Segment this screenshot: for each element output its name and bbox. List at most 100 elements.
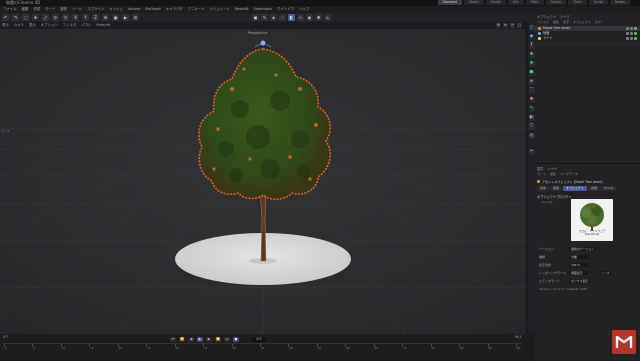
menu-item[interactable]: ファイル bbox=[3, 6, 17, 13]
boole-icon[interactable]: ◧ bbox=[288, 14, 295, 21]
camera-label[interactable]: Perspective bbox=[248, 31, 268, 35]
viewport-menu-item[interactable]: 表示 bbox=[29, 22, 36, 29]
material-icon[interactable]: ◐ bbox=[528, 115, 535, 121]
z-axis-icon[interactable]: Z bbox=[92, 14, 99, 21]
object-row[interactable]: ライト bbox=[535, 36, 640, 41]
record-key-icon[interactable]: ● bbox=[233, 337, 239, 342]
coord-icon[interactable]: ⊞ bbox=[102, 14, 109, 21]
enabled-check-icon[interactable] bbox=[634, 27, 637, 30]
layout-tab[interactable]: Paint bbox=[525, 0, 544, 5]
layout-tab[interactable]: Model bbox=[464, 0, 484, 5]
current-frame-field[interactable]: 0 F bbox=[252, 337, 266, 342]
orbit-icon[interactable]: ⟳ bbox=[510, 23, 515, 28]
scale-icon[interactable]: ⤢ bbox=[42, 14, 49, 21]
render-icon[interactable]: ▶ bbox=[122, 14, 129, 21]
light-icon[interactable]: ✺ bbox=[315, 14, 322, 21]
viewport-menu-item[interactable]: 表示 bbox=[2, 22, 9, 29]
tag-icon[interactable]: ◈ bbox=[528, 79, 535, 85]
knife-icon[interactable]: ✂ bbox=[528, 149, 535, 155]
mograph-icon[interactable]: ✚ bbox=[528, 52, 535, 58]
attribute-menu-item[interactable]: モード bbox=[537, 172, 546, 176]
deformer-icon[interactable]: ⌒ bbox=[528, 88, 535, 94]
goto-end-icon[interactable]: ⏭ bbox=[224, 337, 230, 342]
menu-item[interactable]: シミュレート bbox=[210, 6, 230, 13]
object-manager-menu-item[interactable]: 表示 bbox=[563, 20, 569, 24]
play-icon[interactable]: ▶ bbox=[197, 337, 203, 342]
magnet-icon[interactable]: ✱ bbox=[528, 97, 535, 103]
menu-item[interactable]: ウインドウ bbox=[277, 6, 294, 13]
object-manager-menu-item[interactable]: タグ bbox=[595, 20, 601, 24]
attribute-tab[interactable]: レイヤ bbox=[547, 166, 556, 171]
layout-tab[interactable]: Standard bbox=[437, 0, 463, 5]
next-frame-icon[interactable]: ▶ bbox=[206, 337, 212, 342]
menu-item[interactable]: メッシュ bbox=[109, 6, 123, 13]
render-settings-icon[interactable]: ⚙ bbox=[132, 14, 139, 21]
attribute-tab[interactable]: 属性 bbox=[537, 166, 543, 171]
attribute-value[interactable]: 最新のバージョン bbox=[569, 246, 597, 251]
goto-start-icon[interactable]: ⏮ bbox=[170, 337, 176, 342]
x-axis-icon[interactable]: X bbox=[72, 14, 79, 21]
subdivide-icon[interactable]: ◈ bbox=[270, 14, 277, 21]
live-select-icon[interactable]: ⬚ bbox=[22, 14, 29, 21]
visibility-dot-icon[interactable] bbox=[626, 32, 629, 35]
menu-item[interactable]: アニメート bbox=[188, 6, 205, 13]
object-manager-menu-item[interactable]: ファイル bbox=[537, 20, 549, 24]
text-icon[interactable]: T bbox=[528, 43, 535, 49]
attribute-menu-item[interactable]: ユーザデータ bbox=[560, 172, 578, 176]
attribute-subtab[interactable]: 座標 bbox=[550, 186, 563, 191]
attribute-menu-item[interactable]: 編集 bbox=[550, 172, 556, 176]
viewport-menu-item[interactable]: Redshift bbox=[96, 22, 110, 29]
menu-item[interactable]: 編集 bbox=[22, 6, 29, 13]
y-axis-icon[interactable]: Y bbox=[82, 14, 89, 21]
viewport-menu-item[interactable]: フィルタ bbox=[63, 22, 77, 29]
shield-icon[interactable]: ⛉ bbox=[528, 124, 535, 130]
menu-item[interactable]: MoGraph bbox=[145, 6, 160, 13]
object-manager-tab[interactable]: オブジェクト bbox=[537, 14, 556, 19]
attribute-subtab[interactable]: オブジェクト bbox=[563, 186, 588, 191]
timeline-ruler[interactable]: 0 5 10 15 20 25 30 35 40 45 50 55 60 65 70 75 80 85 90 bbox=[4, 343, 522, 350]
layout-tab[interactable]: Sculpt bbox=[485, 0, 506, 5]
layout-tab[interactable]: Track bbox=[568, 0, 587, 5]
visibility-dot-icon[interactable] bbox=[630, 27, 633, 30]
attribute-value[interactable]: 分離 bbox=[569, 254, 589, 259]
menu-item[interactable]: 作成 bbox=[33, 6, 40, 13]
layout-tab[interactable]: Script bbox=[588, 0, 609, 5]
move-icon[interactable]: ✥ bbox=[32, 14, 39, 21]
viewport-menu-item[interactable]: パネル bbox=[81, 22, 91, 29]
visibility-dot-icon[interactable] bbox=[630, 37, 633, 40]
menu-item[interactable]: ツール bbox=[72, 6, 82, 13]
effector-icon[interactable]: ⬢ bbox=[528, 70, 535, 76]
attribute-subtab[interactable]: 詳細 bbox=[588, 186, 601, 191]
pen-icon[interactable]: ✎ bbox=[261, 14, 268, 21]
layout-tab[interactable]: Nodes bbox=[610, 0, 630, 5]
menu-item[interactable]: モード bbox=[45, 6, 55, 13]
attribute-value[interactable]: 100 % bbox=[569, 262, 589, 267]
viewport-menu-item[interactable]: オプション bbox=[41, 22, 58, 29]
enabled-check-icon[interactable] bbox=[634, 37, 637, 40]
scene-icon[interactable]: ⌂ bbox=[324, 14, 331, 21]
menu-item[interactable]: スプライン bbox=[87, 6, 104, 13]
menu-item[interactable]: キャラクタ bbox=[166, 6, 183, 13]
pan-icon[interactable]: ✥ bbox=[496, 23, 501, 28]
undo-icon[interactable]: ↶ bbox=[2, 14, 9, 21]
select-icon[interactable]: ◻ bbox=[528, 25, 535, 31]
next-key-icon[interactable]: ⏩ bbox=[215, 337, 221, 342]
object-manager-tab[interactable]: テイク bbox=[560, 14, 570, 19]
render-view-icon[interactable]: ▣ bbox=[112, 14, 119, 21]
attribute-value[interactable]: 両面表示 bbox=[569, 270, 589, 275]
menu-item[interactable]: Extensions bbox=[254, 6, 272, 13]
prev-key-icon[interactable]: ⏪ bbox=[179, 337, 185, 342]
viewport-menu-item[interactable]: カメラ bbox=[14, 22, 24, 29]
menu-item[interactable]: 選択 bbox=[60, 6, 67, 13]
brush-icon[interactable]: ✎ bbox=[528, 106, 535, 112]
redo-icon[interactable]: ↷ bbox=[12, 14, 19, 21]
layout-tab[interactable]: UVs bbox=[507, 0, 524, 5]
rotate-icon[interactable]: ⟳ bbox=[52, 14, 59, 21]
sculpt-icon[interactable]: ◎ bbox=[528, 133, 535, 139]
menu-item[interactable]: Redshift bbox=[235, 6, 249, 13]
cube-icon[interactable]: ◼ bbox=[252, 14, 259, 21]
attribute-subtab[interactable]: 基本 bbox=[537, 186, 550, 191]
object-manager-menu-item[interactable]: 編集 bbox=[553, 20, 559, 24]
enabled-check-icon[interactable] bbox=[634, 32, 637, 35]
zoom-icon[interactable]: ⊕ bbox=[503, 23, 508, 28]
